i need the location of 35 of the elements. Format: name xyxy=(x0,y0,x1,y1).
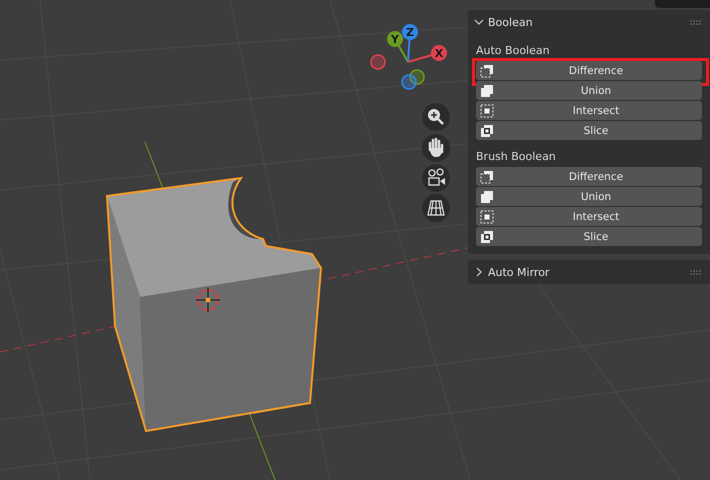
operation-button[interactable]: Difference xyxy=(476,61,702,80)
operation-button[interactable]: Union xyxy=(476,187,702,206)
operation-button[interactable]: Slice xyxy=(476,121,702,140)
operation-button[interactable]: Intersect xyxy=(476,101,702,120)
cutout-squares-icon xyxy=(480,64,494,78)
panel-header[interactable]: Auto Mirror xyxy=(468,260,710,284)
camera-icon[interactable] xyxy=(422,164,450,192)
grid-view-icon[interactable] xyxy=(422,194,450,222)
merged-squares-icon xyxy=(480,84,494,98)
drag-handle-icon[interactable] xyxy=(690,270,702,274)
operation-button[interactable]: Slice xyxy=(476,227,702,246)
operation-button[interactable]: Intersect xyxy=(476,207,702,226)
overlapping-squares-icon xyxy=(480,124,494,138)
panel-title: Auto Mirror xyxy=(488,266,550,278)
negative-axis-handle[interactable] xyxy=(370,54,386,70)
axis-handle[interactable]: Z xyxy=(402,24,418,40)
panel-title: Boolean xyxy=(488,16,534,28)
panel-header[interactable]: Boolean xyxy=(468,10,710,34)
drag-handle-icon[interactable] xyxy=(690,20,702,24)
group-label: Auto Boolean xyxy=(476,44,551,57)
zoom-icon[interactable] xyxy=(422,103,450,131)
dashed-square-icon xyxy=(480,210,494,224)
merged-squares-icon xyxy=(480,190,494,204)
cutout-squares-icon xyxy=(480,170,494,184)
negative-axis-handle[interactable] xyxy=(409,69,425,85)
overlapping-squares-icon xyxy=(480,230,494,244)
hand-icon[interactable] xyxy=(422,134,450,162)
operation-button[interactable]: Union xyxy=(476,81,702,100)
axis-handle[interactable]: Y xyxy=(387,31,403,47)
negative-axis-handle[interactable] xyxy=(401,74,417,90)
header-edge xyxy=(655,0,710,8)
operation-button[interactable]: Difference xyxy=(476,167,702,186)
group-label: Brush Boolean xyxy=(476,150,557,163)
axis-handle[interactable]: X xyxy=(431,45,447,61)
dashed-square-icon xyxy=(480,104,494,118)
